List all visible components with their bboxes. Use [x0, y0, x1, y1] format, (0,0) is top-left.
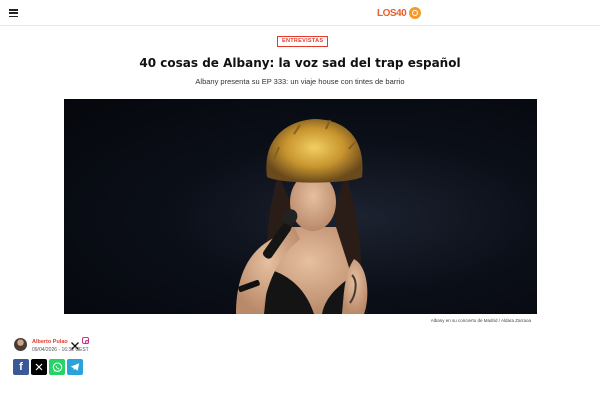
telegram-icon — [70, 363, 80, 371]
share-facebook-button[interactable]: f — [13, 359, 29, 375]
share-whatsapp-button[interactable] — [49, 359, 65, 375]
x-icon — [35, 363, 43, 371]
article-title: 40 cosas de Albany: la voz sad del trap … — [139, 56, 461, 70]
site-header: LOS40 — [0, 0, 600, 26]
article-subtitle: Albany presenta su EP 333: un viaje hous… — [195, 77, 405, 86]
radio-badge-icon — [409, 7, 422, 19]
instagram-icon[interactable] — [82, 337, 89, 344]
share-x-button[interactable] — [31, 359, 47, 375]
whatsapp-icon — [52, 361, 62, 372]
site-logo[interactable]: LOS40 — [377, 6, 422, 20]
share-telegram-button[interactable] — [67, 359, 83, 375]
author-name-link[interactable]: Alberto Pulao — [32, 339, 68, 345]
facebook-icon: f — [19, 361, 23, 373]
hamburger-icon[interactable] — [9, 9, 18, 18]
image-caption: Albany en su concierto de Madrid / Aldar… — [430, 318, 531, 323]
author-avatar[interactable] — [14, 338, 27, 351]
article-photo — [64, 99, 537, 314]
section-tag[interactable]: ENTREVISTAS — [277, 36, 329, 47]
publish-date: 09/04/2026 - 16:32 CEST — [32, 347, 89, 353]
logo-text: LOS40 — [377, 7, 407, 19]
x-icon[interactable] — [71, 337, 79, 350]
